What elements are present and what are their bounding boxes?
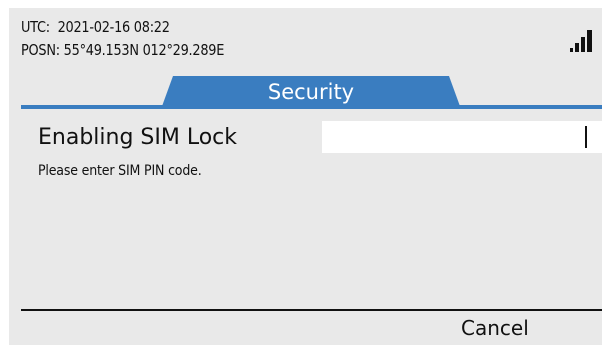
signal-strength-icon — [570, 30, 592, 52]
utc-label: UTC: — [21, 18, 50, 36]
footer-divider — [21, 309, 602, 311]
utc-value: 2021-02-16 08:22 — [57, 18, 170, 36]
status-position: POSN: 55°49.153N 012°29.289E — [21, 41, 224, 59]
status-utc: UTC: 2021-02-16 08:22 — [21, 18, 170, 36]
tab-security-label: Security — [267, 80, 355, 104]
posn-label: POSN: — [21, 41, 60, 59]
sim-pin-input[interactable] — [322, 121, 602, 153]
instruction-text: Please enter SIM PIN code. — [38, 163, 202, 179]
cancel-button[interactable]: Cancel — [461, 314, 529, 342]
device-screen: UTC: 2021-02-16 08:22 POSN: 55°49.153N 0… — [9, 8, 602, 345]
tab-security[interactable]: Security — [161, 76, 461, 109]
posn-value: 55°49.153N 012°29.289E — [63, 41, 225, 59]
text-caret — [585, 126, 587, 148]
dialog-title: Enabling SIM Lock — [38, 125, 238, 150]
